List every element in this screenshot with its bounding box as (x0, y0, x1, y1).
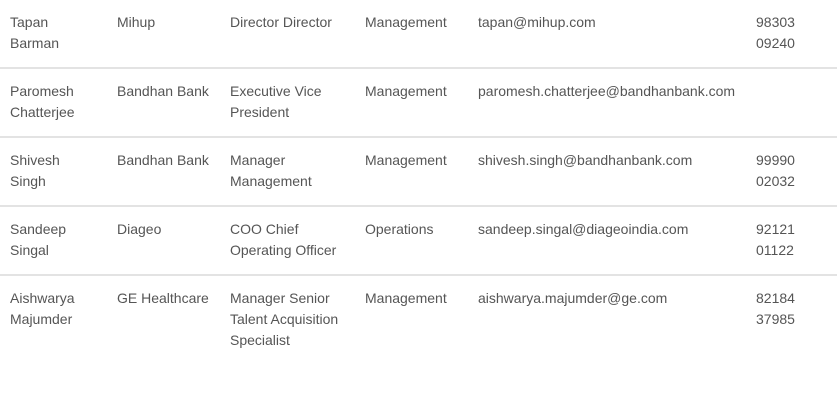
contact-name: Sandeep Singal (10, 221, 67, 258)
table-row: Shivesh Singh Bandhan Bank Manager Manag… (0, 137, 837, 206)
contact-department: Operations (365, 221, 434, 237)
contact-department: Management (365, 83, 447, 99)
contact-phone (746, 68, 837, 137)
contact-email: tapan@mihup.com (478, 14, 596, 30)
contact-phone: 98303 09240 (756, 14, 795, 51)
contact-phone: 92121 01122 (756, 221, 795, 258)
contacts-table: Tapan Barman Mihup Director Director Man… (0, 0, 837, 364)
contact-name: Shivesh Singh (10, 152, 60, 189)
contact-company: Diageo (117, 221, 162, 237)
table-row: Sandeep Singal Diageo COO Chief Operatin… (0, 206, 837, 275)
contact-company: Bandhan Bank (117, 83, 209, 99)
table-row: Aishwarya Majumder GE Healthcare Manager… (0, 275, 837, 364)
contact-title: COO Chief Operating Officer (230, 221, 337, 258)
contact-department: Management (365, 14, 447, 30)
contact-email: shivesh.singh@bandhanbank.com (478, 152, 693, 168)
table-row: Tapan Barman Mihup Director Director Man… (0, 0, 837, 68)
contact-department: Management (365, 290, 447, 306)
contact-title: Manager Management (230, 152, 312, 189)
contact-company: GE Healthcare (117, 290, 209, 306)
contact-company: Mihup (117, 14, 156, 30)
table-row: Paromesh Chatterjee Bandhan Bank Executi… (0, 68, 837, 137)
contact-phone: 82184 37985 (756, 290, 795, 327)
contact-email: sandeep.singal@diageoindia.com (478, 221, 689, 237)
contact-title: Manager Senior Talent Acquisition Specia… (230, 290, 339, 348)
contact-title: Director Director (230, 14, 332, 30)
contact-email: paromesh.chatterjee@bandhanbank.com (478, 83, 736, 99)
contact-name: Paromesh Chatterjee (10, 83, 75, 120)
contact-title: Executive Vice President (230, 83, 322, 120)
contact-name: Tapan Barman (10, 14, 60, 51)
contact-department: Management (365, 152, 447, 168)
contact-email: aishwarya.majumder@ge.com (478, 290, 668, 306)
contact-phone: 99990 02032 (756, 152, 795, 189)
contact-company: Bandhan Bank (117, 152, 209, 168)
contact-name: Aishwarya Majumder (10, 290, 75, 327)
